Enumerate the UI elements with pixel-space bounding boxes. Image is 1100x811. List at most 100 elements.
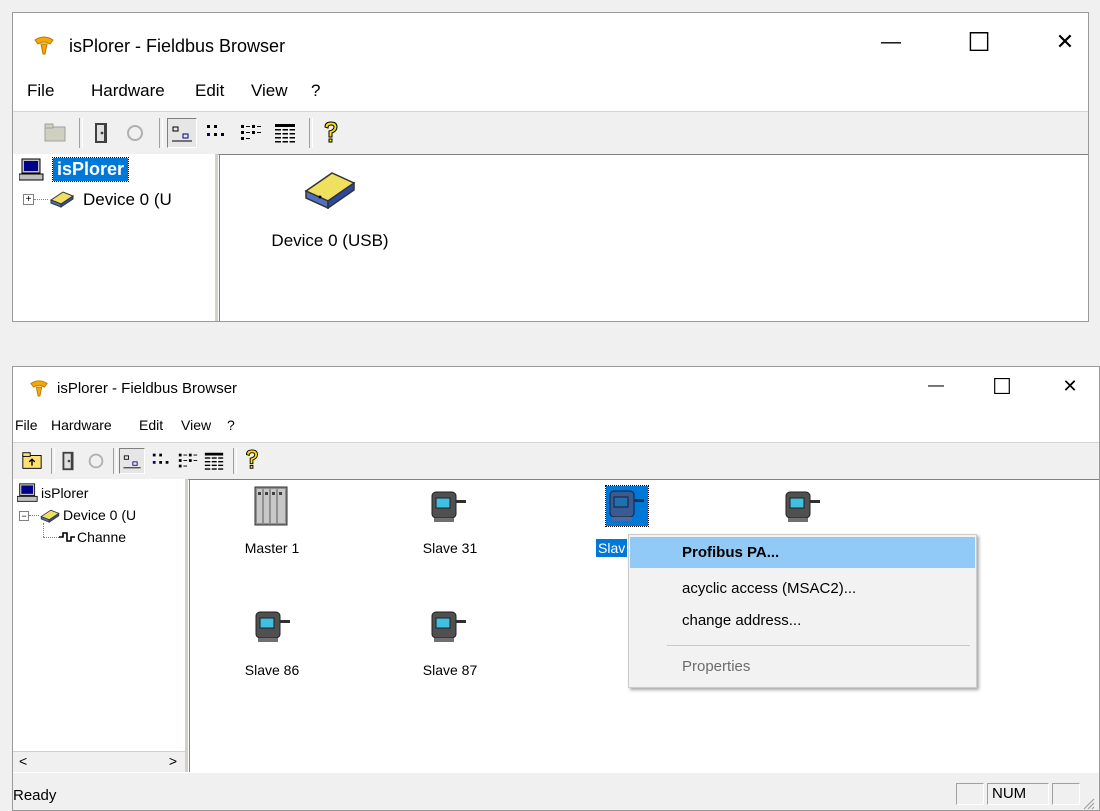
details-view-icon bbox=[275, 124, 295, 143]
menu-edit[interactable]: Edit bbox=[195, 81, 224, 101]
menu-view[interactable]: View bbox=[251, 81, 288, 101]
status-text: Ready bbox=[13, 787, 57, 804]
slave-device-icon[interactable] bbox=[430, 610, 468, 644]
tree-pane[interactable]: isPlorer + Device 0 (U bbox=[13, 154, 218, 321]
status-panel-num: NUM bbox=[987, 783, 1049, 805]
menu-item-properties: Properties bbox=[682, 658, 751, 675]
usb-device-icon[interactable] bbox=[302, 167, 358, 209]
menu-view[interactable]: View bbox=[181, 417, 211, 433]
door-icon bbox=[62, 451, 74, 471]
large-icons-icon bbox=[172, 126, 192, 142]
maximize-button[interactable]: ☐ bbox=[959, 27, 999, 58]
slave-device-icon[interactable] bbox=[430, 490, 468, 524]
large-icons-button[interactable] bbox=[119, 448, 145, 474]
refresh-icon bbox=[88, 453, 104, 469]
tree-item-channel[interactable]: Channe bbox=[77, 529, 126, 545]
channel-icon bbox=[59, 531, 75, 543]
menu-help[interactable]: ? bbox=[311, 81, 320, 101]
usb-device-icon bbox=[39, 507, 61, 523]
details-view-button[interactable] bbox=[273, 121, 297, 145]
toolbar-separator bbox=[309, 118, 313, 148]
list-item-slave-31[interactable]: Slave 31 bbox=[408, 540, 492, 556]
menu-edit[interactable]: Edit bbox=[139, 417, 163, 433]
connect-button[interactable] bbox=[57, 450, 79, 472]
list-item-slave-87[interactable]: Slave 87 bbox=[408, 662, 492, 678]
app-logo-icon bbox=[29, 379, 49, 397]
list-view-icon bbox=[241, 125, 261, 140]
up-folder-icon bbox=[22, 452, 42, 469]
maximize-button[interactable]: ☐ bbox=[985, 374, 1019, 400]
minimize-button[interactable]: — bbox=[871, 31, 911, 54]
toolbar-separator bbox=[113, 448, 117, 474]
details-view-button[interactable] bbox=[203, 450, 225, 472]
tree-line bbox=[43, 523, 44, 537]
tree-item-device[interactable]: Device 0 (U bbox=[63, 507, 136, 523]
small-icons-icon bbox=[152, 453, 169, 464]
help-question-icon bbox=[246, 449, 258, 469]
toolbar-separator bbox=[233, 448, 237, 474]
slave-device-icon[interactable] bbox=[254, 610, 292, 644]
window-title: isPlorer - Fieldbus Browser bbox=[57, 380, 238, 397]
up-folder-icon bbox=[44, 123, 66, 142]
list-pane[interactable]: Device 0 (USB) bbox=[219, 154, 1088, 321]
menu-item-change-address[interactable]: change address... bbox=[630, 605, 975, 636]
list-view-button[interactable] bbox=[177, 450, 199, 472]
refresh-button[interactable] bbox=[123, 121, 147, 145]
horizontal-scrollbar[interactable]: < > bbox=[13, 751, 185, 772]
tree-line bbox=[43, 537, 59, 538]
list-item-master-1[interactable]: Master 1 bbox=[230, 540, 314, 556]
status-bar: Ready NUM bbox=[13, 773, 1099, 810]
menu-item-profibus-pa[interactable]: Profibus PA... bbox=[630, 537, 975, 568]
small-icons-button[interactable] bbox=[205, 121, 229, 145]
menu-bar: File Hardware Edit View ? bbox=[13, 413, 1099, 437]
scroll-left-button[interactable]: < bbox=[19, 753, 27, 769]
scroll-right-button[interactable]: > bbox=[169, 753, 177, 769]
computer-icon bbox=[17, 483, 39, 503]
title-bar[interactable]: isPlorer - Fieldbus Browser — ☐ ✕ bbox=[13, 13, 1088, 65]
toolbar-separator bbox=[159, 118, 163, 148]
up-folder-button[interactable] bbox=[21, 450, 43, 472]
up-folder-button[interactable] bbox=[43, 121, 67, 145]
toolbar-separator bbox=[51, 448, 55, 474]
menu-item-acyclic-access[interactable]: acyclic access (MSAC2)... bbox=[630, 573, 975, 604]
help-button[interactable] bbox=[319, 120, 343, 146]
toolbar bbox=[13, 442, 1099, 480]
small-icons-button[interactable] bbox=[151, 450, 173, 472]
tree-expand-icon[interactable]: + bbox=[23, 194, 34, 205]
list-item-slave-86[interactable]: Slave 86 bbox=[230, 662, 314, 678]
list-view-button[interactable] bbox=[239, 121, 263, 145]
close-button[interactable]: ✕ bbox=[1045, 29, 1085, 55]
tree-collapse-icon[interactable]: − bbox=[19, 511, 29, 521]
tree-item-isplorer[interactable]: isPlorer bbox=[41, 485, 88, 501]
large-icons-button[interactable] bbox=[167, 118, 197, 148]
status-panel-caps bbox=[956, 783, 984, 805]
menu-hardware[interactable]: Hardware bbox=[51, 417, 112, 433]
status-panel-scroll bbox=[1052, 783, 1080, 805]
list-view-icon bbox=[178, 453, 198, 468]
tree-pane[interactable]: isPlorer − Device 0 (U Channe < > bbox=[13, 479, 188, 772]
resize-grip-icon[interactable] bbox=[1081, 796, 1095, 810]
refresh-icon bbox=[127, 125, 143, 141]
window-title: isPlorer - Fieldbus Browser bbox=[69, 36, 286, 56]
refresh-button[interactable] bbox=[85, 450, 107, 472]
close-button[interactable]: ✕ bbox=[1053, 376, 1087, 397]
slave-device-icon[interactable] bbox=[605, 485, 649, 527]
usb-device-icon bbox=[49, 188, 75, 208]
title-bar[interactable]: isPlorer - Fieldbus Browser — ☐ ✕ bbox=[13, 367, 1099, 407]
menu-help[interactable]: ? bbox=[227, 417, 235, 433]
master-rack-icon[interactable] bbox=[254, 486, 288, 526]
menu-separator bbox=[667, 645, 970, 646]
slave-device-icon[interactable] bbox=[784, 490, 822, 524]
menu-file[interactable]: File bbox=[15, 417, 38, 433]
tree-item-device[interactable]: Device 0 (U bbox=[83, 190, 172, 210]
list-item-slave-selected[interactable]: Slav bbox=[596, 539, 628, 557]
list-item-device-0[interactable]: Device 0 (USB) bbox=[260, 231, 400, 251]
connect-button[interactable] bbox=[89, 121, 113, 145]
minimize-button[interactable]: — bbox=[919, 377, 953, 395]
help-button[interactable] bbox=[241, 448, 263, 474]
tree-line bbox=[34, 199, 48, 200]
help-question-icon bbox=[324, 121, 338, 143]
menu-file[interactable]: File bbox=[27, 81, 54, 101]
tree-item-isplorer[interactable]: isPlorer bbox=[51, 157, 130, 182]
menu-hardware[interactable]: Hardware bbox=[91, 81, 165, 101]
